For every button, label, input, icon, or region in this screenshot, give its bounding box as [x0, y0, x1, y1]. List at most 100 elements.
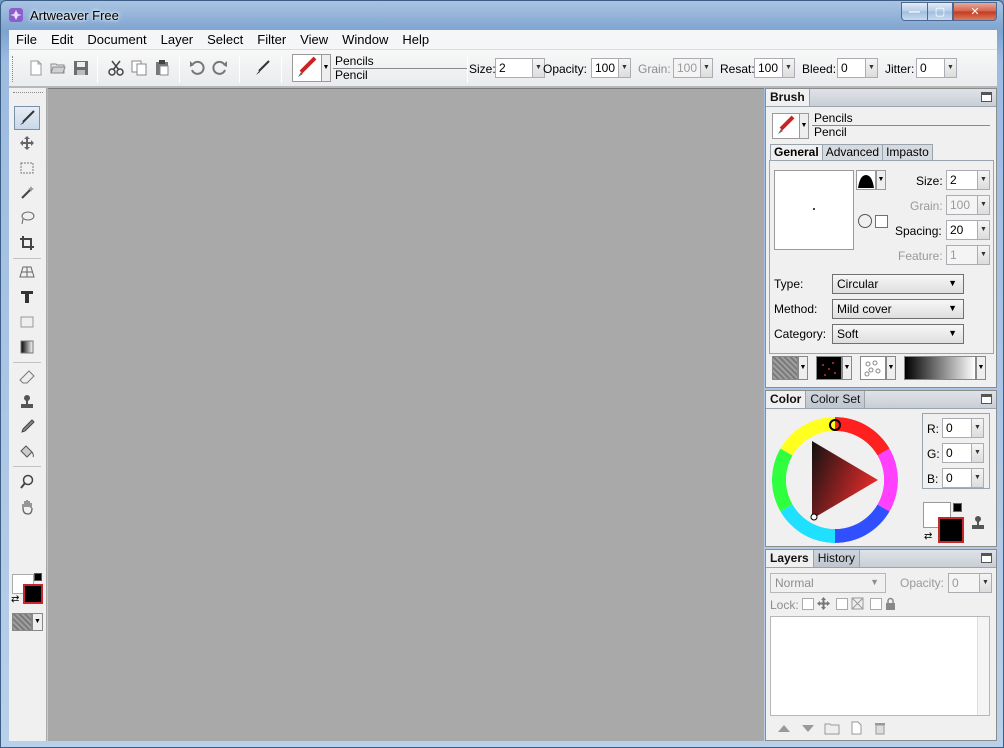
menu-view[interactable]: View: [293, 30, 335, 50]
tool-clone-stamp[interactable]: [14, 390, 40, 414]
brush-tool-icon[interactable]: [254, 59, 272, 77]
spray-pattern-dropdown[interactable]: ▼: [886, 356, 896, 380]
opacity-input[interactable]: 100: [591, 58, 619, 78]
tool-magic-wand[interactable]: [14, 181, 40, 205]
lock-all-checkbox[interactable]: [870, 598, 882, 610]
default-colors-icon[interactable]: [34, 573, 42, 581]
brush-panel-preset-dropdown[interactable]: ▼: [799, 113, 809, 139]
tool-paint-bucket[interactable]: [14, 440, 40, 464]
brush-pattern-dropdown[interactable]: ▼: [842, 356, 852, 380]
panel-default-colors-icon[interactable]: [953, 503, 962, 512]
gradient-swatch[interactable]: [904, 356, 976, 380]
minimize-button[interactable]: —: [901, 2, 927, 21]
tab-history[interactable]: History: [813, 550, 861, 567]
tool-eraser[interactable]: [14, 365, 40, 389]
tool-shape[interactable]: [14, 310, 40, 334]
paper-texture-swatch[interactable]: [772, 356, 798, 380]
menu-help[interactable]: Help: [395, 30, 436, 50]
resat-dropdown[interactable]: ▼: [782, 58, 795, 78]
tool-rect-select[interactable]: [14, 156, 40, 180]
new-document-icon[interactable]: [27, 59, 45, 77]
pattern-dropdown[interactable]: ▼: [32, 613, 43, 631]
spacing-auto-checkbox[interactable]: [875, 215, 888, 228]
copy-icon[interactable]: [130, 59, 148, 77]
tool-perspective[interactable]: [14, 260, 40, 284]
tool-text[interactable]: [14, 285, 40, 309]
new-layer-icon[interactable]: [848, 721, 864, 735]
layer-list-scrollbar[interactable]: [977, 617, 989, 715]
panel-swap-colors-icon[interactable]: ⇄: [924, 531, 932, 542]
maximize-button[interactable]: ▢: [927, 2, 953, 21]
brush-size-input[interactable]: 2: [946, 170, 978, 190]
tool-gradient[interactable]: [14, 335, 40, 359]
b-input[interactable]: 0: [942, 468, 972, 488]
brush-method-select[interactable]: Mild cover ▼: [832, 299, 964, 319]
size-input[interactable]: 2: [495, 58, 533, 78]
g-dropdown[interactable]: ▼: [971, 443, 984, 463]
lock-pixels-checkbox[interactable]: [836, 598, 848, 610]
resat-input[interactable]: 100: [754, 58, 783, 78]
paste-icon[interactable]: [153, 59, 171, 77]
tool-hand[interactable]: [14, 495, 40, 519]
move-layer-down-icon[interactable]: [800, 721, 816, 735]
g-input[interactable]: 0: [942, 443, 972, 463]
panel-pin-icon[interactable]: [981, 394, 992, 404]
brush-spacing-dropdown[interactable]: ▼: [977, 220, 990, 240]
canvas-area[interactable]: [48, 88, 764, 741]
r-input[interactable]: 0: [942, 418, 972, 438]
close-button[interactable]: ✕: [953, 2, 997, 21]
brush-tip-selector[interactable]: [856, 170, 876, 190]
tool-lasso[interactable]: [14, 206, 40, 230]
stamp-color-picker-icon[interactable]: [970, 515, 986, 531]
new-layer-group-icon[interactable]: [824, 721, 840, 735]
lock-transparency-checkbox[interactable]: [802, 598, 814, 610]
title-bar[interactable]: Artweaver Free — ▢ ✕: [1, 1, 1003, 30]
brush-preset-dropdown[interactable]: ▼: [321, 54, 331, 82]
tool-crop[interactable]: [14, 231, 40, 255]
panel-pin-icon[interactable]: [981, 92, 992, 102]
foreground-color-swatch[interactable]: [23, 584, 43, 604]
brush-preset-thumbnail[interactable]: [292, 54, 322, 82]
panel-pin-icon[interactable]: [981, 553, 992, 563]
bleed-input[interactable]: 0: [837, 58, 866, 78]
menu-window[interactable]: Window: [335, 30, 395, 50]
delete-layer-icon[interactable]: [872, 721, 888, 735]
tab-brush[interactable]: Brush: [766, 89, 810, 106]
tab-general[interactable]: General: [770, 144, 823, 160]
menu-file[interactable]: File: [9, 30, 44, 50]
layer-list[interactable]: [770, 616, 990, 716]
panel-foreground-color-swatch[interactable]: [938, 517, 964, 543]
r-dropdown[interactable]: ▼: [971, 418, 984, 438]
tools-grip[interactable]: [13, 92, 43, 95]
open-folder-icon[interactable]: [49, 59, 67, 77]
pattern-swatch[interactable]: [12, 613, 32, 631]
color-wheel[interactable]: [772, 417, 898, 543]
tool-zoom[interactable]: [14, 470, 40, 494]
brush-tip-dropdown[interactable]: ▼: [876, 170, 886, 190]
tab-color-set[interactable]: Color Set: [806, 391, 866, 408]
opacity-dropdown[interactable]: ▼: [618, 58, 631, 78]
tab-impasto[interactable]: Impasto: [882, 144, 933, 160]
spray-pattern-swatch[interactable]: [860, 356, 886, 380]
tool-move[interactable]: [14, 131, 40, 155]
b-dropdown[interactable]: ▼: [971, 468, 984, 488]
brush-pattern-swatch[interactable]: [816, 356, 842, 380]
jitter-dropdown[interactable]: ▼: [944, 58, 957, 78]
menu-filter[interactable]: Filter: [250, 30, 293, 50]
tool-eyedropper[interactable]: [14, 415, 40, 439]
brush-panel-preset-thumbnail[interactable]: [772, 113, 800, 139]
redo-icon[interactable]: [211, 59, 229, 77]
menu-edit[interactable]: Edit: [44, 30, 80, 50]
swap-colors-icon[interactable]: ⇄: [11, 594, 19, 605]
gradient-dropdown[interactable]: ▼: [976, 356, 986, 380]
move-layer-up-icon[interactable]: [776, 721, 792, 735]
jitter-input[interactable]: 0: [916, 58, 945, 78]
brush-category-select[interactable]: Soft ▼: [832, 324, 964, 344]
menu-document[interactable]: Document: [80, 30, 153, 50]
bleed-dropdown[interactable]: ▼: [865, 58, 878, 78]
paper-texture-dropdown[interactable]: ▼: [798, 356, 808, 380]
menu-select[interactable]: Select: [200, 30, 250, 50]
tab-color[interactable]: Color: [766, 391, 807, 408]
save-icon[interactable]: [72, 59, 90, 77]
brush-spacing-input[interactable]: 20: [946, 220, 978, 240]
